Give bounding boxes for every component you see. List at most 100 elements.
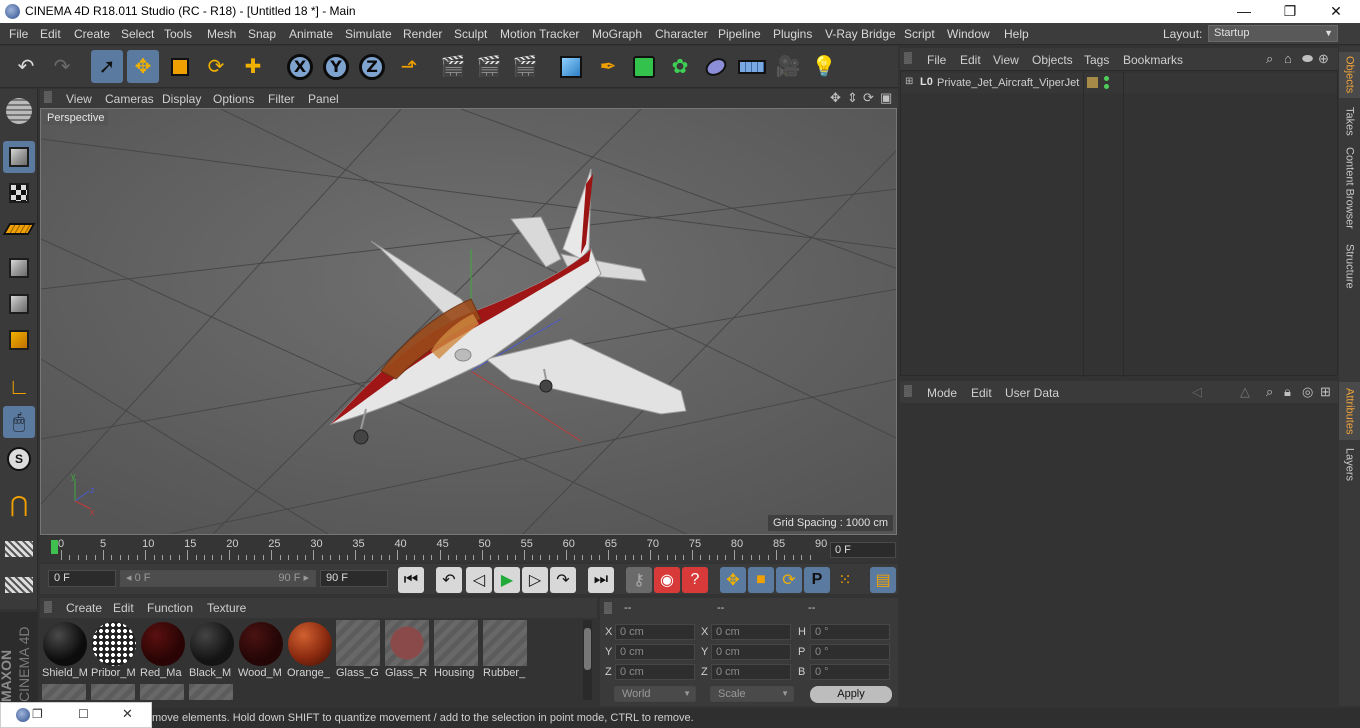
add-deformer-button[interactable] (700, 50, 732, 83)
add-light-button[interactable]: 💡 (808, 50, 840, 83)
objects-menu-tags[interactable]: Tags (1084, 53, 1109, 67)
new-window-icon[interactable]: ⊞ (1320, 384, 1331, 400)
move-tool-button[interactable]: ✥ (127, 50, 159, 83)
editor-visibility-dot[interactable] (1104, 76, 1109, 81)
rotate-tool-button[interactable]: ⟳ (200, 50, 232, 83)
menu-edit[interactable]: Edit (40, 27, 61, 41)
viewport-menu-view[interactable]: View (66, 92, 92, 106)
key-rotation-button[interactable]: ⟳ (776, 567, 802, 593)
layer-color-swatch[interactable] (1087, 77, 1098, 88)
menu-mograph[interactable]: MoGraph (592, 27, 642, 41)
redo-button[interactable]: ↷ (46, 50, 78, 83)
workplane-lock-button[interactable] (3, 533, 35, 565)
viewport-zoom-icon[interactable]: ⇕ (847, 90, 858, 106)
workplane-mode-button[interactable] (2, 213, 36, 245)
tab-layers[interactable]: Layers (1339, 444, 1360, 486)
pos-y-field[interactable]: 0 cm (615, 644, 695, 660)
viewport-maximize-icon[interactable]: ▣ (880, 90, 892, 106)
menu-animate[interactable]: Animate (289, 27, 333, 41)
material-swatch[interactable]: Black_M (189, 620, 235, 680)
polygons-mode-button[interactable] (3, 324, 35, 356)
viewport-move-icon[interactable]: ✥ (830, 90, 841, 106)
menu-script[interactable]: Script (904, 27, 935, 41)
previous-key-button[interactable]: ↶ (436, 567, 462, 593)
tab-attributes[interactable]: Attributes (1339, 382, 1360, 440)
solo-button[interactable]: S (3, 443, 35, 475)
viewport-menu-filter[interactable]: Filter (268, 92, 295, 106)
go-to-start-button[interactable]: ⏮ (398, 567, 424, 593)
material-swatch[interactable]: Rubber_ (483, 620, 529, 680)
viewport-menu-options[interactable]: Options (213, 92, 254, 106)
keyframe-selection-button[interactable]: ? (682, 567, 708, 593)
material-swatch[interactable]: Pribor_M (91, 620, 137, 680)
viewport-rotate-icon[interactable]: ⟳ (863, 90, 874, 106)
tab-objects[interactable]: Objects (1339, 52, 1360, 98)
menu-window[interactable]: Window (947, 27, 990, 41)
maximize-button[interactable]: ❐ (1267, 0, 1313, 23)
z-axis-lock-button[interactable]: Z (356, 50, 388, 83)
scrollbar-thumb[interactable] (584, 628, 591, 670)
add-floor-button[interactable] (736, 50, 768, 83)
material-swatch-row2[interactable] (42, 684, 86, 700)
pos-z-field[interactable]: 0 cm (615, 664, 695, 680)
x-axis-lock-button[interactable]: X (284, 50, 316, 83)
recent-tool-button[interactable]: ✚ (237, 50, 269, 83)
render-settings-button[interactable]: 🎬 (509, 50, 541, 83)
size-y-field[interactable]: 0 cm (711, 644, 791, 660)
y-axis-lock-button[interactable]: Y (320, 50, 352, 83)
scale-tool-button[interactable] (164, 50, 196, 83)
timeline-window-button[interactable]: ▤ (870, 567, 896, 593)
object-row[interactable]: ⊞ L0 Private_Jet_Aircraft_ViperJet (901, 73, 1337, 93)
material-menu-function[interactable]: Function (147, 601, 193, 615)
render-view-button[interactable]: 🎬 (437, 50, 469, 83)
edges-mode-button[interactable] (3, 288, 35, 320)
lock-icon[interactable]: ⊕ (1318, 51, 1329, 67)
timeline-ruler[interactable]: 0 5 10 15 20 25 30 35 40 45 50 55 60 65 70 75 80 85 90 (40, 536, 898, 562)
search-icon[interactable]: ⌕ (1266, 51, 1273, 67)
close-icon[interactable]: ✕ (122, 706, 133, 722)
viewport-menu-cameras[interactable]: Cameras (105, 92, 154, 106)
search-icon[interactable]: ⌕ (1266, 384, 1273, 400)
go-to-end-button[interactable]: ⏭ (588, 567, 614, 593)
material-swatch[interactable]: Orange_ (287, 620, 333, 680)
home-icon[interactable]: ⌂ (1284, 51, 1292, 66)
rot-b-field[interactable]: 0 ° (810, 664, 890, 680)
tweak-mode-button[interactable]: 🖱 (3, 406, 35, 438)
menu-snap[interactable]: Snap (248, 27, 276, 41)
current-frame-field[interactable]: 0 F (830, 542, 896, 558)
texture-mode-button[interactable] (3, 177, 35, 209)
menu-pipeline[interactable]: Pipeline (718, 27, 761, 41)
objects-menu-bookmarks[interactable]: Bookmarks (1123, 53, 1183, 67)
object-name[interactable]: Private_Jet_Aircraft_ViperJet (937, 77, 1079, 89)
attributes-menu-edit[interactable]: Edit (971, 386, 992, 400)
make-editable-button[interactable] (3, 95, 35, 127)
expand-icon[interactable]: ⊞ (905, 76, 913, 87)
menu-vray-bridge[interactable]: V-Ray Bridge (825, 27, 896, 41)
key-parameter-button[interactable]: P (804, 567, 830, 593)
menu-create[interactable]: Create (74, 27, 110, 41)
key-scale-button[interactable]: ■ (748, 567, 774, 593)
attributes-menu-user-data[interactable]: User Data (1005, 386, 1059, 400)
perspective-viewport[interactable]: y z x Perspective Grid Spacing : 1000 cm (40, 108, 897, 535)
maximize-icon[interactable]: ☐ (78, 707, 89, 721)
material-swatch[interactable]: Wood_M (238, 620, 284, 680)
points-mode-button[interactable] (3, 252, 35, 284)
add-subdivision-button[interactable] (628, 50, 660, 83)
material-swatch-row2[interactable] (189, 684, 233, 700)
material-menu-edit[interactable]: Edit (113, 601, 134, 615)
material-swatch[interactable]: Glass_R (385, 620, 431, 680)
apply-button[interactable]: Apply (810, 686, 892, 703)
target-icon[interactable]: ◎ (1302, 384, 1313, 400)
tab-takes[interactable]: Takes (1339, 101, 1360, 141)
objects-menu-edit[interactable]: Edit (960, 53, 981, 67)
material-swatch[interactable]: Housing (434, 620, 480, 680)
objects-menu-objects[interactable]: Objects (1032, 53, 1073, 67)
enable-axis-button[interactable]: ∟ (3, 371, 35, 403)
material-swatch-row2[interactable] (91, 684, 135, 700)
size-z-field[interactable]: 0 cm (711, 664, 791, 680)
playhead-marker[interactable] (51, 540, 58, 554)
viewport-menu-display[interactable]: Display (162, 92, 201, 106)
menu-motion-tracker[interactable]: Motion Tracker (500, 27, 579, 41)
render-visibility-dot[interactable] (1104, 84, 1109, 89)
start-frame-field[interactable]: 0 F (48, 570, 116, 587)
